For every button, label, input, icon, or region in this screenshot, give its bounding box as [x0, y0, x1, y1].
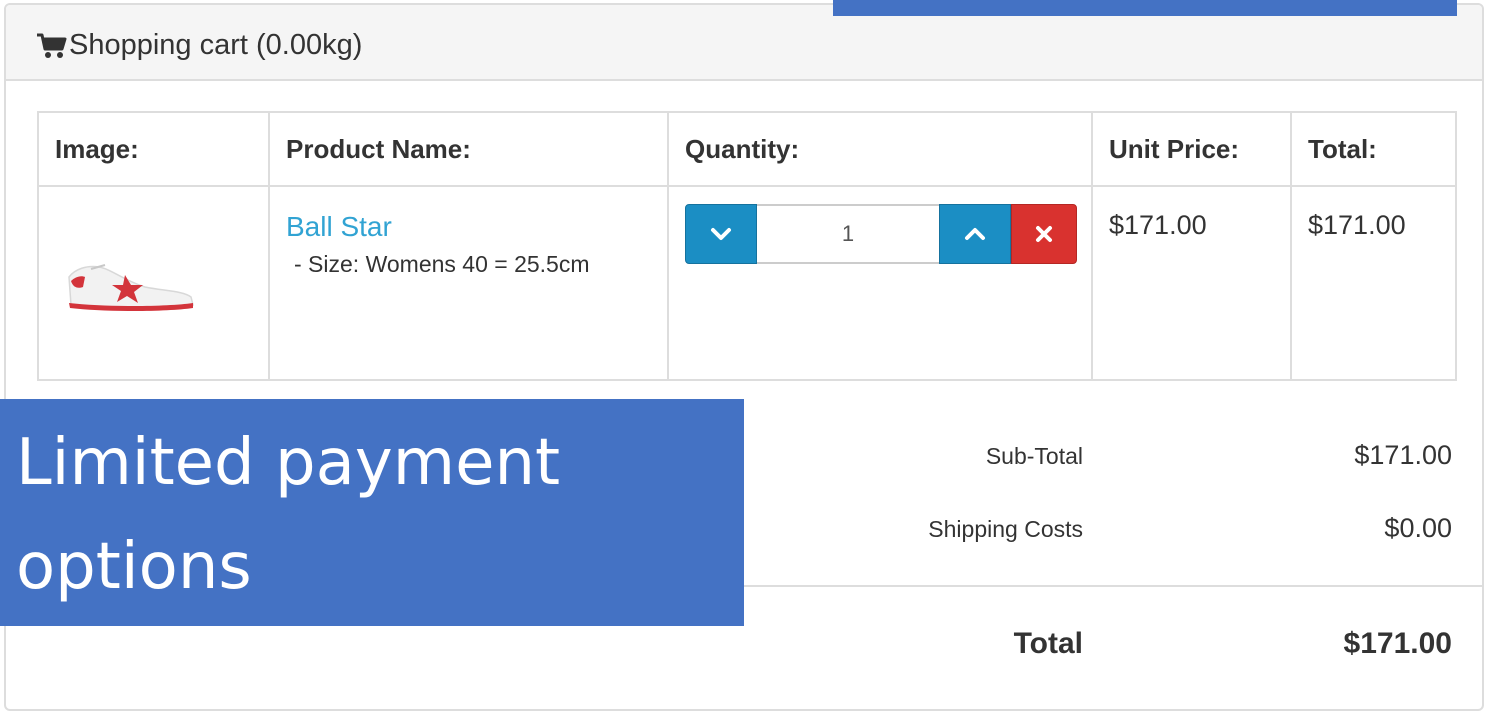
header-image: Image: — [37, 111, 270, 187]
quantity-cell — [667, 185, 1093, 381]
subtotal-label: Sub-Total — [985, 443, 1083, 469]
header-total: Total: — [1290, 111, 1457, 187]
quantity-stepper — [685, 204, 1077, 264]
subtotal-row: Sub-Total $171.00 — [783, 440, 1452, 471]
total-label: Total — [1013, 627, 1083, 660]
product-name-cell: Ball Star - Size: Womens 40 = 25.5cm — [268, 185, 669, 381]
callout-text: Limited payment options — [16, 426, 561, 604]
chevron-up-icon — [965, 228, 985, 240]
shipping-value: $0.00 — [1384, 513, 1452, 543]
line-total-cell: $171.00 — [1290, 185, 1457, 381]
product-option: - Size: Womens 40 = 25.5cm — [294, 251, 590, 277]
table-row: Ball Star - Size: Womens 40 = 25.5cm 1 $… — [37, 185, 1457, 381]
unit-price: $171.00 — [1109, 210, 1207, 240]
shopping-cart-icon — [37, 33, 67, 58]
shipping-row: Shipping Costs $0.00 — [783, 513, 1452, 544]
chevron-down-icon — [711, 228, 731, 240]
product-image[interactable] — [55, 247, 205, 317]
table-header-row: Image: Product Name: Quantity: Unit Pric… — [37, 111, 1457, 187]
callout-overlay: Limited payment options — [0, 399, 744, 626]
overlay-banner-top — [833, 0, 1457, 16]
line-total: $171.00 — [1308, 210, 1406, 240]
close-icon — [1036, 226, 1052, 242]
total-value: $171.00 — [1343, 627, 1452, 660]
remove-item-button[interactable] — [1011, 204, 1077, 264]
increase-quantity-button[interactable] — [939, 204, 1011, 264]
product-name-link[interactable]: Ball Star — [286, 209, 651, 245]
panel-heading: Shopping cart (0.00kg) — [6, 5, 1482, 81]
quantity-input[interactable] — [757, 204, 939, 264]
product-image-cell — [37, 185, 270, 381]
unit-price-cell: $171.00 — [1091, 185, 1292, 381]
header-unit-price: Unit Price: — [1091, 111, 1292, 187]
panel-title: Shopping cart (0.00kg) — [69, 29, 363, 61]
total-row: Total $171.00 — [783, 627, 1452, 661]
header-quantity: Quantity: — [667, 111, 1093, 187]
cart-table: Image: Product Name: Quantity: Unit Pric… — [37, 111, 1457, 381]
header-product-name: Product Name: — [268, 111, 669, 187]
shipping-label: Shipping Costs — [928, 516, 1083, 542]
subtotal-value: $171.00 — [1354, 440, 1452, 470]
decrease-quantity-button[interactable] — [685, 204, 757, 264]
